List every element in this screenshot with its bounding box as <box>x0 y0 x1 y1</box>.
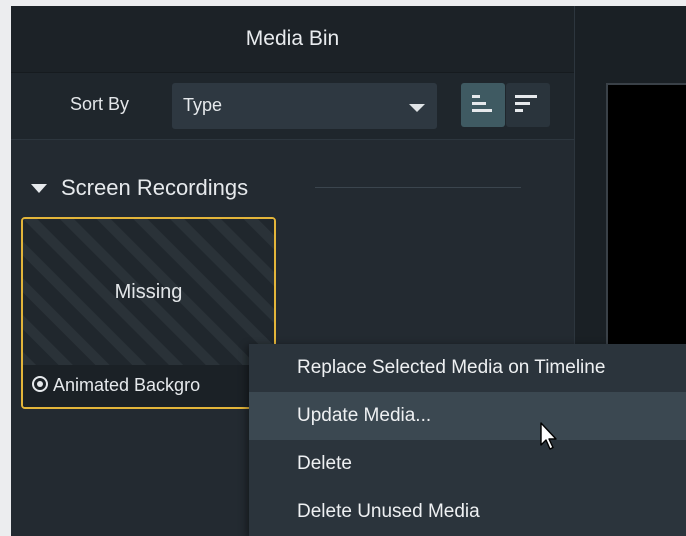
sort-descending-icon <box>515 95 537 112</box>
menu-item-update-media[interactable]: Update Media... <box>249 392 686 440</box>
sort-ascending-icon <box>472 95 492 112</box>
section-divider <box>315 187 521 188</box>
menu-item-label: Update Media... <box>297 405 432 426</box>
panel-header: Media Bin <box>11 6 574 73</box>
radio-selected-icon <box>32 376 48 392</box>
sort-ascending-button[interactable] <box>461 83 505 127</box>
menu-item-label: Delete Unused Media <box>297 501 480 522</box>
sort-bar: Sort By Type <box>11 73 574 140</box>
missing-media-placeholder: Missing <box>23 219 274 365</box>
screen: Media Bin Sort By Type Screen Recordings… <box>0 0 686 536</box>
thumbnail-footer: Animated Backgro <box>23 365 274 407</box>
mouse-cursor-icon <box>540 422 557 450</box>
menu-item-label: Delete <box>297 453 352 474</box>
missing-label: Missing <box>114 281 183 303</box>
sort-by-dropdown[interactable]: Type <box>172 83 437 129</box>
triangle-down-icon <box>31 184 47 193</box>
media-thumbnail[interactable]: Missing Animated Backgro <box>21 217 276 409</box>
menu-item-label: Replace Selected Media on Timeline <box>297 357 606 378</box>
sort-descending-button[interactable] <box>506 83 550 127</box>
window-frame-left <box>0 0 11 536</box>
sort-order-toggle <box>461 83 550 127</box>
menu-item-delete-unused-media[interactable]: Delete Unused Media <box>249 488 686 536</box>
panel-title: Media Bin <box>245 27 340 50</box>
chevron-down-icon <box>409 104 425 112</box>
context-menu: Replace Selected Media on Timeline Updat… <box>249 344 686 536</box>
section-title: Screen Recordings <box>61 175 249 200</box>
sort-by-label: Sort By <box>70 94 130 114</box>
menu-item-delete[interactable]: Delete <box>249 440 686 488</box>
menu-item-replace-selected-media[interactable]: Replace Selected Media on Timeline <box>249 344 686 392</box>
sort-by-value: Type <box>183 95 223 115</box>
media-name: Animated Backgro <box>53 375 201 395</box>
